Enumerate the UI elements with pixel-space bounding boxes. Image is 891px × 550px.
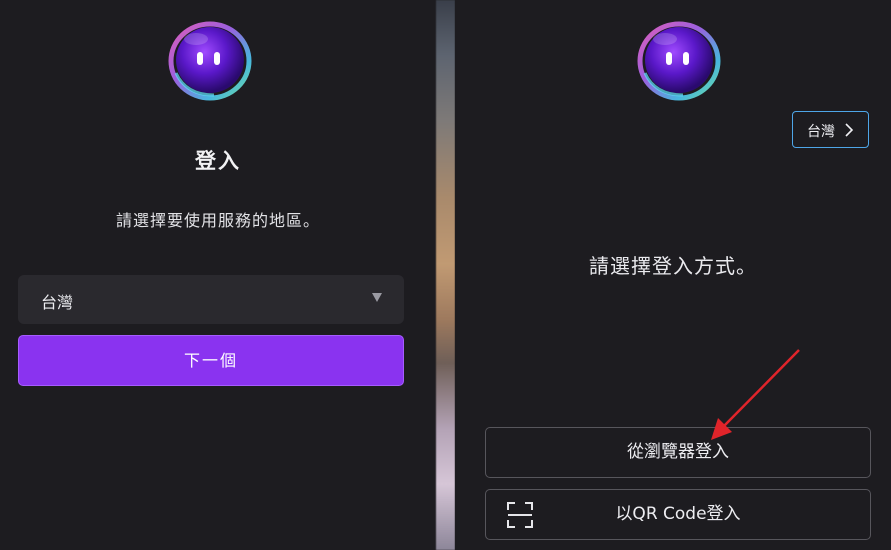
mascot-logo-icon [168, 21, 252, 101]
next-button[interactable]: 下一個 [18, 335, 404, 386]
qr-login-button[interactable]: 以QR Code登入 [485, 489, 871, 540]
qr-login-label: 以QR Code登入 [615, 504, 741, 524]
region-selection-panel: 登入 請選擇要使用服務的地區。 台灣 下一個 [0, 0, 436, 550]
page-title: 登入 [195, 149, 241, 173]
mascot-logo-icon [637, 21, 721, 101]
region-chip-label: 台灣 [807, 124, 835, 140]
background-image-strip [436, 0, 455, 550]
qr-scan-icon [507, 502, 533, 528]
app-window: 登入 請選擇要使用服務的地區。 台灣 下一個 台灣 請選擇登入方式。 從瀏覽器登… [0, 0, 891, 550]
login-method-panel: 台灣 請選擇登入方式。 從瀏覽器登入 以QR Code登入 [455, 0, 891, 550]
region-dropdown[interactable]: 台灣 [18, 275, 404, 324]
dropdown-triangle-icon [372, 293, 382, 302]
region-dropdown-value: 台灣 [41, 293, 74, 312]
browser-login-button[interactable]: 從瀏覽器登入 [485, 427, 871, 478]
region-instruction: 請選擇要使用服務的地區。 [115, 211, 320, 230]
region-change-button[interactable]: 台灣 [792, 111, 869, 148]
chevron-right-icon [845, 123, 854, 137]
login-method-prompt: 請選擇登入方式。 [589, 254, 757, 278]
